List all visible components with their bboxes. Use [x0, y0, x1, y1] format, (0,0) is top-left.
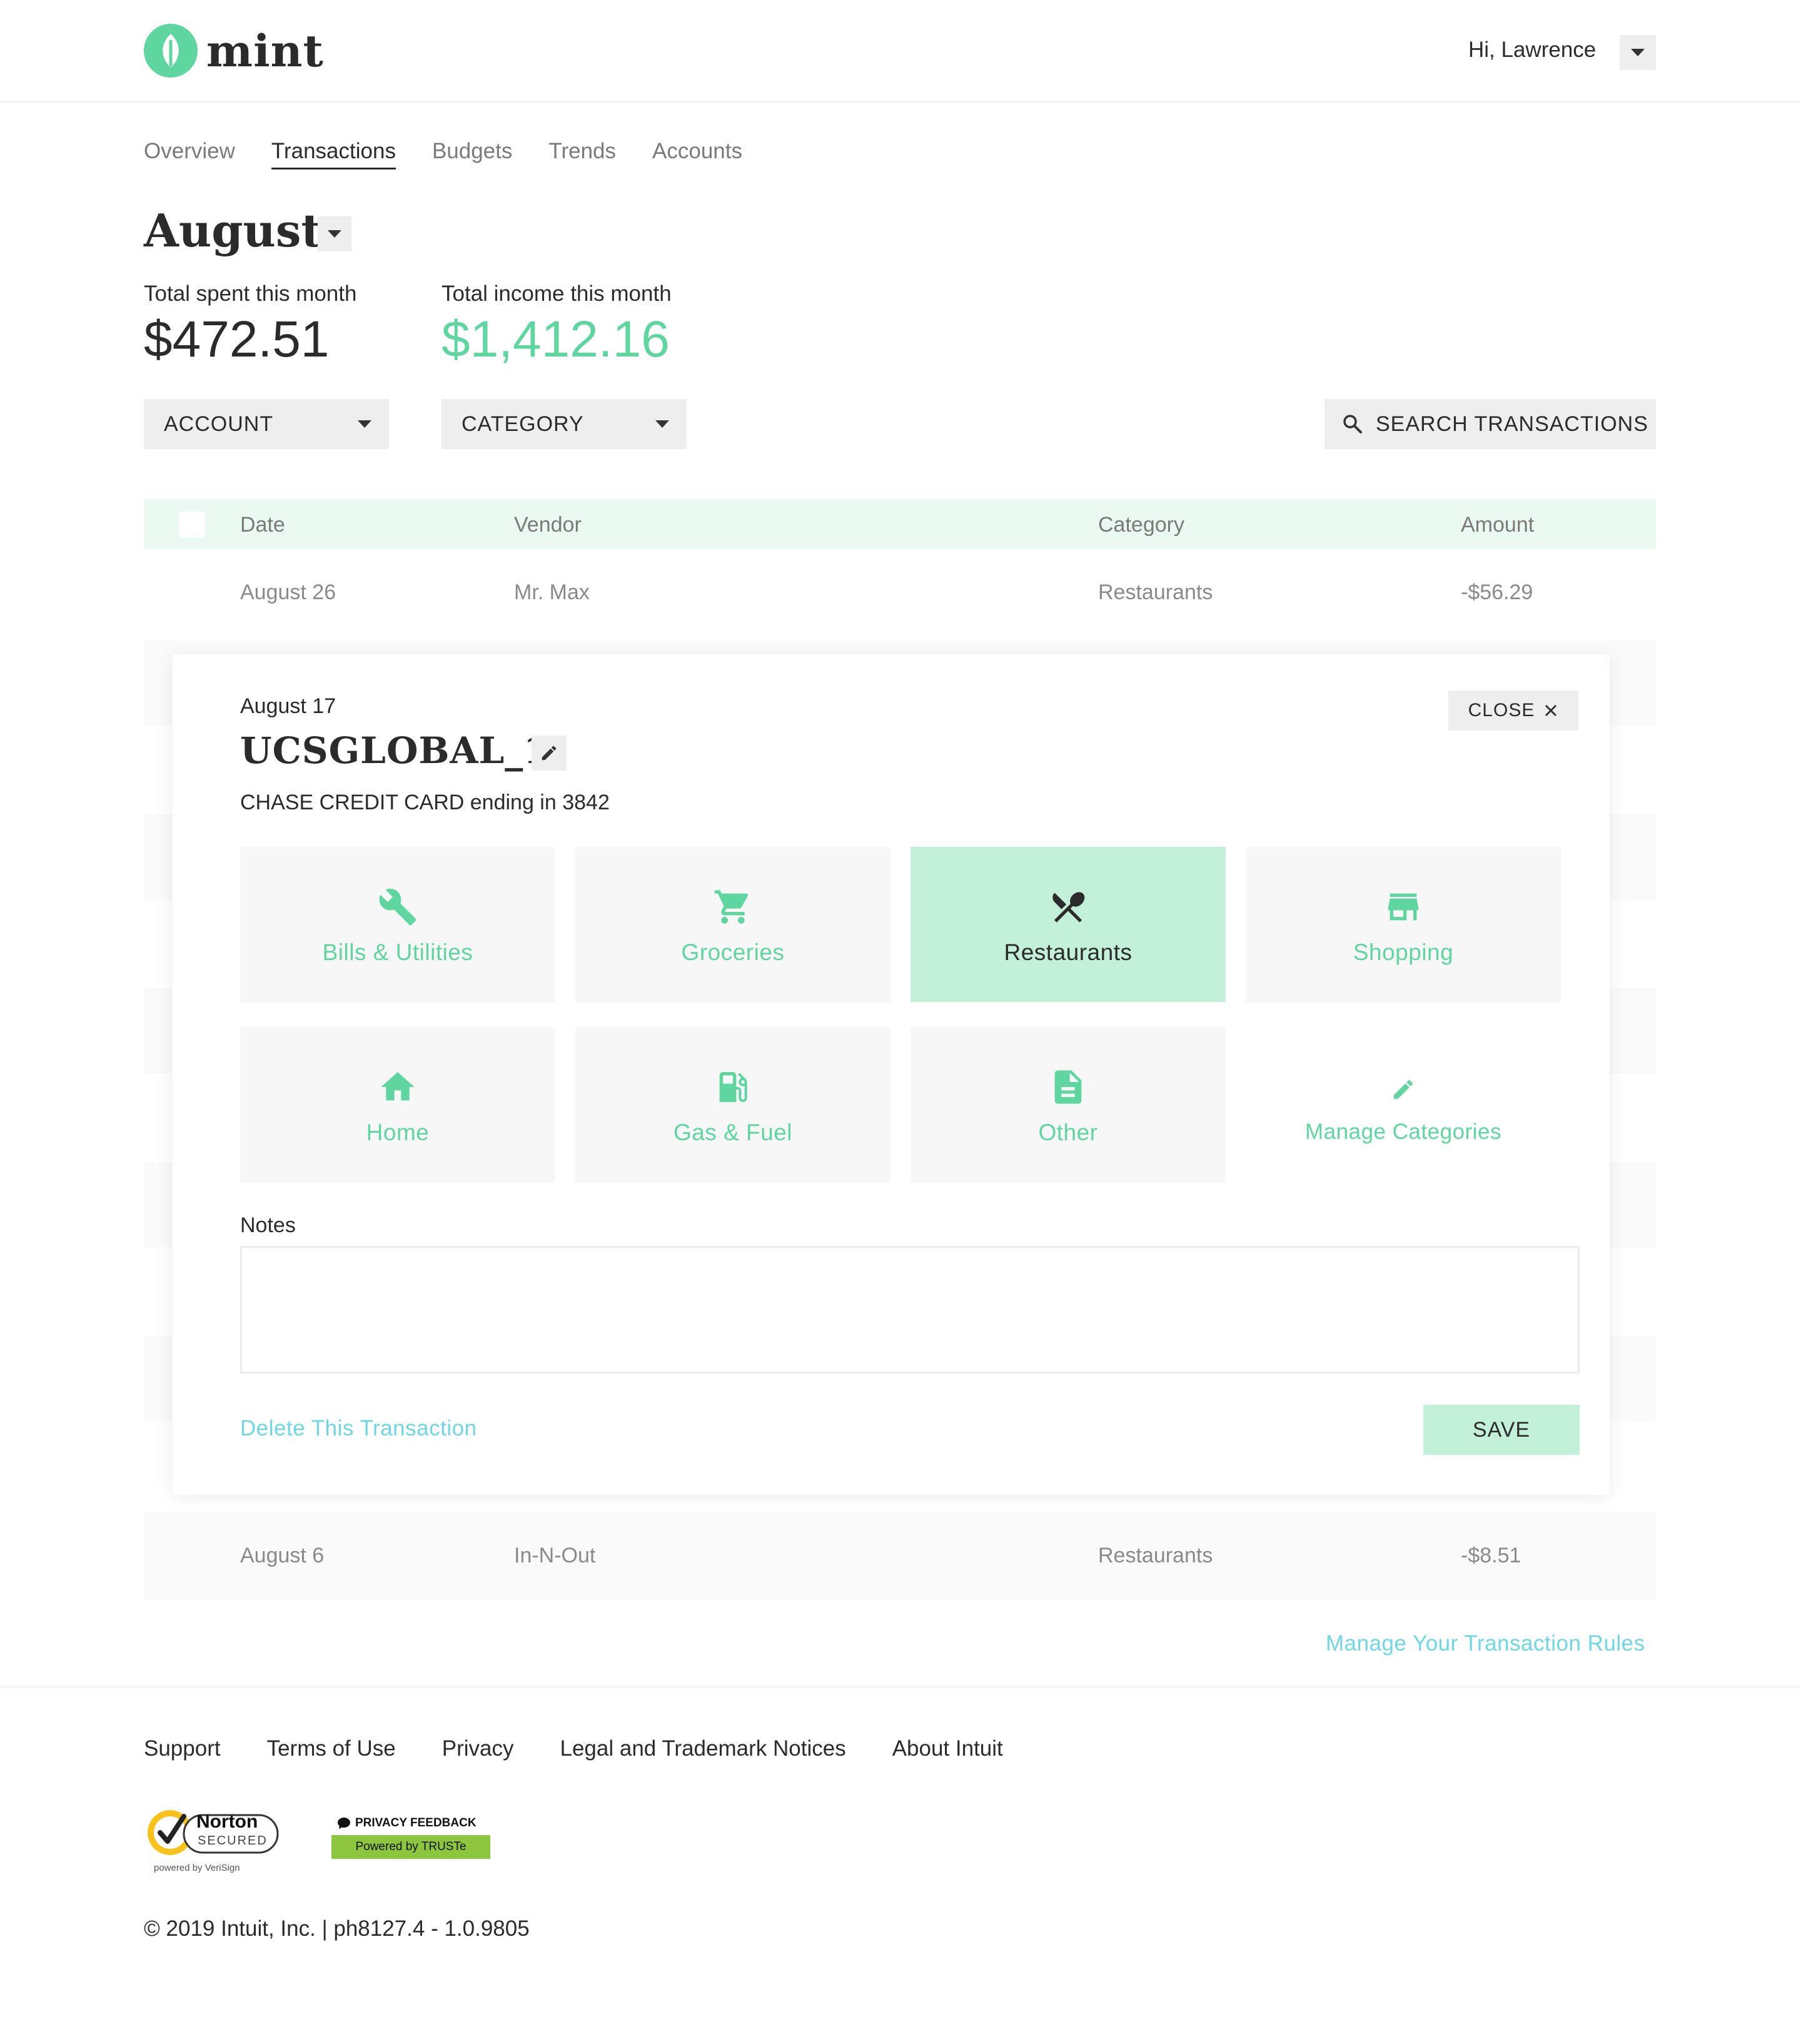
- column-category[interactable]: Category: [1098, 513, 1184, 537]
- row-category: Restaurants: [1098, 1544, 1213, 1567]
- tab-accounts[interactable]: Accounts: [652, 139, 742, 169]
- category-tile-shopping[interactable]: Shopping: [1246, 847, 1561, 1002]
- tile-label: Shopping: [1353, 939, 1454, 965]
- truste-top-label: PRIVACY FEEDBACK: [355, 1816, 477, 1829]
- truste-bottom-label: Powered by TRUSTe: [355, 1840, 467, 1853]
- column-vendor[interactable]: Vendor: [514, 513, 582, 537]
- document-icon: [1054, 1070, 1082, 1104]
- spent-value: $472.51: [144, 311, 330, 368]
- category-tile-gas-fuel[interactable]: Gas & Fuel: [575, 1027, 890, 1182]
- month-select-button[interactable]: [318, 216, 351, 251]
- tile-label: Other: [1038, 1120, 1098, 1145]
- gas-pump-icon: [719, 1072, 747, 1102]
- copyright: © 2019 Intuit, Inc. | ph8127.4 - 1.0.980…: [144, 1916, 530, 1941]
- account-filter[interactable]: ACCOUNT: [144, 399, 389, 449]
- search-transactions-button[interactable]: SEARCH TRANSACTIONS: [1324, 399, 1656, 449]
- pencil-icon: [1394, 1080, 1413, 1099]
- close-icon: [1545, 704, 1557, 717]
- norton-secured-badge[interactable]: Norton SECURED powered by VeriSign: [144, 1805, 281, 1878]
- page-title: August: [144, 204, 322, 257]
- chevron-down-icon: [655, 420, 669, 428]
- tab-transactions[interactable]: Transactions: [271, 139, 396, 169]
- chat-icon: [338, 1818, 350, 1829]
- truste-privacy-badge[interactable]: PRIVACY FEEDBACK Powered by TRUSTe: [331, 1811, 490, 1861]
- account-filter-label: ACCOUNT: [164, 412, 274, 436]
- category-tile-restaurants[interactable]: Restaurants: [911, 847, 1226, 1002]
- close-button[interactable]: CLOSE: [1448, 691, 1578, 731]
- category-filter-label: CATEGORY: [462, 412, 584, 436]
- chevron-down-icon: [358, 420, 371, 428]
- row-amount: -$8.51: [1461, 1544, 1521, 1567]
- income-value: $1,412.16: [441, 311, 670, 368]
- detail-date: August 17: [240, 694, 336, 718]
- footer-link-about[interactable]: About Intuit: [892, 1736, 1003, 1761]
- category-filter[interactable]: CATEGORY: [441, 399, 687, 449]
- table-row[interactable]: August 26 Mr. Max Restaurants -$56.29: [144, 549, 1656, 624]
- norton-secured: SECURED: [198, 1834, 268, 1848]
- row-vendor: Mr. Max: [514, 580, 590, 604]
- tile-label: Restaurants: [1004, 939, 1133, 965]
- footer-link-legal[interactable]: Legal and Trademark Notices: [560, 1736, 846, 1761]
- footer-link-terms[interactable]: Terms of Use: [267, 1736, 396, 1761]
- category-tile-bills-utilities[interactable]: Bills & Utilities: [240, 847, 555, 1002]
- income-label: Total income this month: [441, 281, 672, 306]
- manage-categories-label: Manage Categories: [1305, 1120, 1501, 1144]
- home-icon: [381, 1072, 415, 1101]
- tile-label: Gas & Fuel: [673, 1120, 793, 1145]
- detail-account: CHASE CREDIT CARD ending in 3842: [240, 791, 610, 814]
- table-header: Date Vendor Category Amount: [144, 499, 1656, 549]
- tab-trends[interactable]: Trends: [548, 139, 616, 169]
- norton-powered: powered by VeriSign: [154, 1863, 240, 1873]
- notes-label: Notes: [240, 1213, 296, 1237]
- category-tile-home[interactable]: Home: [240, 1027, 555, 1182]
- leaf-icon: [144, 24, 198, 78]
- tab-budgets[interactable]: Budgets: [432, 139, 512, 169]
- edit-vendor-button[interactable]: [532, 736, 567, 771]
- norton-title: Norton: [196, 1811, 258, 1832]
- row-amount: -$56.29: [1461, 580, 1533, 604]
- footer-link-support[interactable]: Support: [144, 1736, 221, 1761]
- brand-name: mint: [206, 24, 324, 77]
- main-nav: Overview Transactions Budgets Trends Acc…: [144, 139, 779, 169]
- table-row[interactable]: August 6 In-N-Out Restaurants -$8.51: [144, 1512, 1656, 1600]
- cart-icon: [714, 890, 749, 924]
- notes-field[interactable]: [240, 1246, 1580, 1374]
- column-amount[interactable]: Amount: [1461, 513, 1534, 537]
- select-all-checkbox[interactable]: [179, 512, 205, 538]
- row-vendor: In-N-Out: [514, 1544, 596, 1567]
- manage-rules-link[interactable]: Manage Your Transaction Rules: [1326, 1631, 1645, 1656]
- mint-logo[interactable]: mint: [144, 24, 324, 78]
- category-tile-groceries[interactable]: Groceries: [575, 847, 890, 1002]
- row-date: August 6: [240, 1544, 325, 1567]
- chevron-down-icon: [328, 230, 341, 238]
- row-date: August 26: [240, 580, 336, 604]
- manage-categories-link[interactable]: Manage Categories: [1246, 1027, 1561, 1182]
- pencil-icon: [542, 746, 557, 761]
- category-tile-other[interactable]: Other: [911, 1027, 1226, 1182]
- user-greeting: Hi, Lawrence: [1468, 38, 1597, 62]
- search-transactions-label: SEARCH TRANSACTIONS: [1376, 412, 1648, 436]
- search-icon: [1343, 415, 1362, 433]
- save-button[interactable]: SAVE: [1423, 1405, 1580, 1455]
- footer-links: Support Terms of Use Privacy Legal and T…: [144, 1736, 1049, 1761]
- footer-divider: [0, 1686, 1801, 1687]
- detail-vendor-name: UCSGLOBAL_1: [240, 729, 550, 772]
- column-date[interactable]: Date: [240, 513, 285, 537]
- spent-label: Total spent this month: [144, 281, 357, 306]
- chevron-down-icon: [1631, 49, 1645, 56]
- tile-label: Home: [366, 1120, 430, 1145]
- tile-label: Groceries: [681, 939, 785, 965]
- tile-label: Bills & Utilities: [322, 939, 473, 965]
- delete-transaction-link[interactable]: Delete This Transaction: [240, 1416, 477, 1441]
- fork-knife-icon: [1052, 892, 1085, 923]
- footer-link-privacy[interactable]: Privacy: [442, 1736, 514, 1761]
- save-label: SAVE: [1472, 1417, 1531, 1442]
- top-header: mint Hi, Lawrence: [0, 0, 1801, 103]
- user-menu-button[interactable]: [1620, 35, 1656, 70]
- store-icon: [1388, 893, 1418, 921]
- row-category: Restaurants: [1098, 580, 1213, 604]
- close-label: CLOSE: [1468, 700, 1535, 721]
- wrench-icon: [379, 888, 416, 926]
- tab-overview[interactable]: Overview: [144, 139, 235, 169]
